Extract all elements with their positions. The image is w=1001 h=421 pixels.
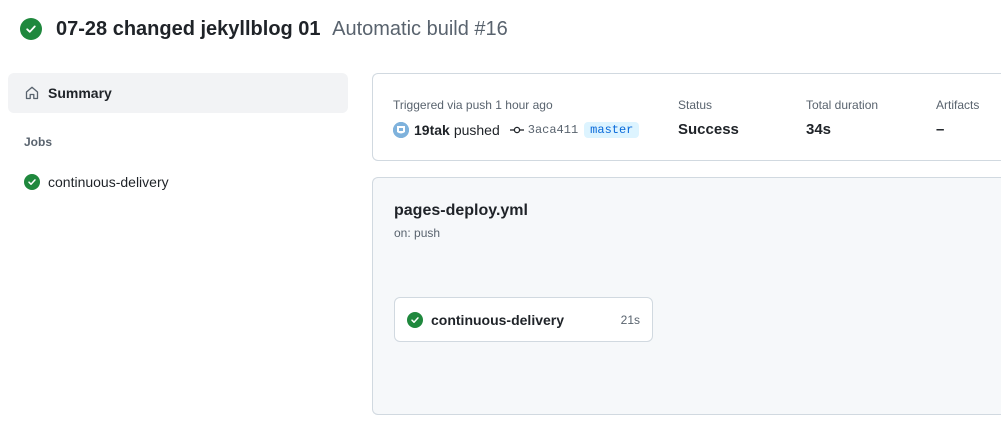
check-circle-fill-icon <box>24 174 40 190</box>
status-label: Status <box>678 98 713 112</box>
page-title: 07-28 changed jekyllblog 01 Automatic bu… <box>56 16 508 42</box>
home-icon <box>24 85 40 101</box>
duration-column: Total duration 34s <box>806 97 878 139</box>
artifacts-label: Artifacts <box>936 98 980 112</box>
sidebar: Summary Jobs continuous-delivery <box>8 73 348 190</box>
run-summary-card: Triggered via push 1 hour ago 19tak push… <box>372 73 1001 161</box>
run-title: 07-28 changed jekyllblog 01 <box>56 18 321 40</box>
status-value: Success <box>678 121 739 138</box>
artifacts-column: Artifacts – <box>936 97 979 139</box>
branch-badge[interactable]: master <box>584 122 640 138</box>
status-column: Status Success <box>678 97 739 139</box>
sidebar-job-label: continuous-delivery <box>48 174 169 190</box>
pusher-username[interactable]: 19tak <box>414 122 450 138</box>
sidebar-item-summary[interactable]: Summary <box>8 73 348 113</box>
job-name: continuous-delivery <box>431 311 565 328</box>
push-verb: pushed <box>453 122 500 138</box>
check-circle-fill-icon <box>407 311 423 328</box>
sidebar-item-continuous-delivery[interactable]: continuous-delivery <box>24 172 169 192</box>
run-header: 07-28 changed jekyllblog 01 Automatic bu… <box>20 16 508 42</box>
trigger-details: 19tak pushed 3aca411 master <box>393 121 640 139</box>
sidebar-item-label: Summary <box>48 85 112 101</box>
build-label: Automatic build #16 <box>332 18 508 40</box>
trigger-label: Triggered via push 1 hour ago <box>393 98 553 112</box>
check-circle-fill-icon <box>20 18 42 40</box>
avatar[interactable] <box>393 122 409 138</box>
artifacts-value: – <box>936 121 945 138</box>
trigger-column: Triggered via push 1 hour ago 19tak push… <box>393 97 640 139</box>
job-duration: 21s <box>620 312 640 327</box>
commit-sha-link[interactable]: 3aca411 <box>528 123 578 137</box>
workflow-trigger: on: push <box>394 226 441 240</box>
duration-label: Total duration <box>806 98 879 112</box>
workflow-file-name: pages-deploy.yml <box>394 202 528 219</box>
git-commit-icon <box>509 125 524 135</box>
workflow-graph: pages-deploy.yml on: push continuous-del… <box>372 177 1001 415</box>
jobs-heading: Jobs <box>24 135 53 149</box>
duration-value: 34s <box>806 121 832 138</box>
job-card-continuous-delivery[interactable]: continuous-delivery 21s <box>394 297 653 342</box>
